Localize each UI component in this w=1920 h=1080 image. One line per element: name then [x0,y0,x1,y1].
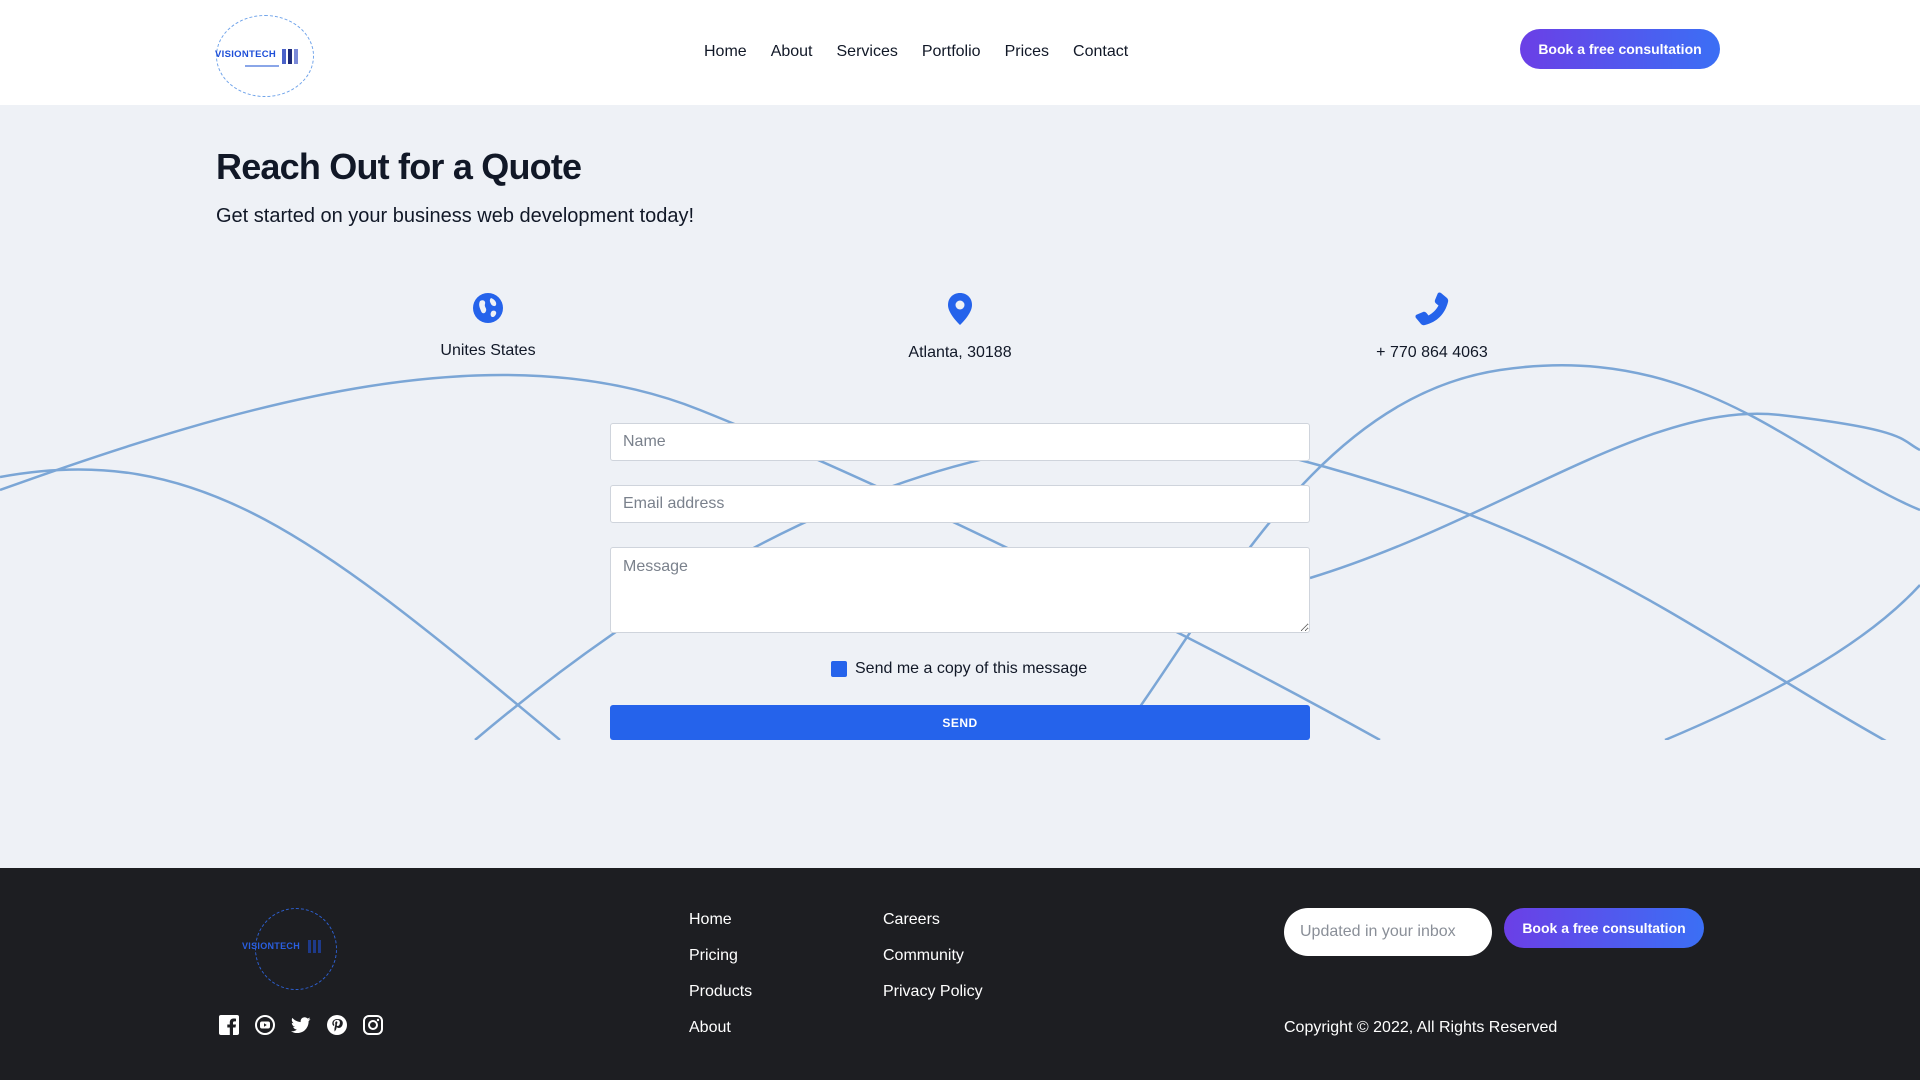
footer-logo-text: VISIONTECH [242,941,301,951]
contact-city: Atlanta, 30188 [840,292,1080,362]
nav-prices[interactable]: Prices [1005,43,1049,61]
footer-book-consultation-button[interactable]: Book a free consultation [1504,908,1704,948]
copyright-text: Copyright © 2022, All Rights Reserved [1284,1019,1558,1036]
footer-link-about[interactable]: About [689,1019,752,1037]
nav-portfolio[interactable]: Portfolio [922,43,981,61]
footer-links-col1: Home Pricing Products About [689,911,752,1037]
phone-text: + 770 864 4063 [1376,344,1488,361]
logo-bars-icon [282,49,298,64]
nav-home[interactable]: Home [704,43,747,61]
decorative-waves [0,364,1920,740]
footer-link-pricing[interactable]: Pricing [689,947,752,965]
logo-underline [245,65,279,67]
main-nav: Home About Services Portfolio Prices Con… [704,43,1128,61]
email-input[interactable] [610,485,1310,523]
copy-checkbox-row[interactable]: Send me a copy of this message [831,660,1087,678]
globe-icon [473,293,503,323]
newsletter-input[interactable] [1284,908,1492,956]
site-footer: VISIONTECH Home Pricing Products About C… [0,868,1920,1080]
location-pin-icon [948,293,972,325]
message-textarea[interactable] [610,547,1310,633]
contact-phone: + 770 864 4063 [1312,292,1552,362]
instagram-icon[interactable] [363,1015,383,1035]
page-subtitle: Get started on your business web develop… [216,205,695,227]
send-button[interactable]: SEND [610,705,1310,740]
page-title: Reach Out for a Quote [216,146,582,187]
twitter-icon[interactable] [291,1015,311,1035]
social-links [219,1015,383,1035]
footer-link-products[interactable]: Products [689,983,752,1001]
nav-about[interactable]: About [771,43,813,61]
copy-checkbox-label: Send me a copy of this message [855,660,1088,677]
logo-text: VISIONTECH [215,49,277,60]
name-input[interactable] [610,423,1310,461]
facebook-icon[interactable] [219,1015,239,1035]
pinterest-icon[interactable] [327,1015,347,1035]
nav-contact[interactable]: Contact [1073,43,1128,61]
site-header: VISIONTECH Home About Services Portfolio… [0,0,1920,105]
phone-icon [1415,292,1449,326]
footer-logo-bars-icon [308,940,321,953]
footer-logo[interactable]: VISIONTECH [242,908,337,990]
copy-checkbox[interactable] [831,661,847,677]
country-text: Unites States [440,342,536,359]
footer-link-home[interactable]: Home [689,911,752,929]
book-consultation-button[interactable]: Book a free consultation [1520,29,1720,69]
footer-link-privacy-policy[interactable]: Privacy Policy [883,983,983,1001]
footer-link-careers[interactable]: Careers [883,911,983,929]
contact-country: Unites States [368,292,608,360]
city-text: Atlanta, 30188 [908,344,1012,361]
logo[interactable]: VISIONTECH [215,15,314,97]
nav-services[interactable]: Services [837,43,898,61]
footer-links-col2: Careers Community Privacy Policy [883,911,983,1001]
footer-link-community[interactable]: Community [883,947,983,965]
youtube-icon[interactable] [255,1015,275,1035]
